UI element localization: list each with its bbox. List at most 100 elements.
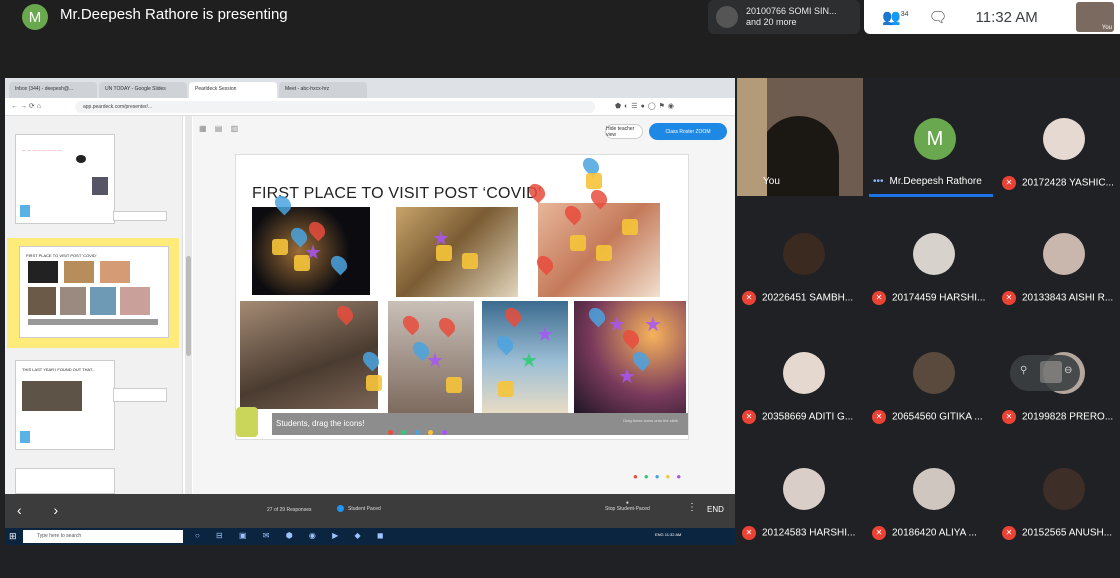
mic-off-icon: ✕ — [1002, 176, 1016, 190]
thumb-text: — — — — — — — — — [22, 147, 62, 152]
people-count: 34 — [900, 11, 909, 18]
participant-avatar — [913, 233, 955, 275]
stop-label: Stop Student-Paced — [605, 506, 650, 512]
meet-top-bar: M Mr.Deepesh Rathore is presenting 20100… — [0, 0, 1120, 78]
response-filter-icons[interactable]: ●●●●● — [633, 472, 687, 481]
taskbar-apps[interactable]: ○ ⊟ ▣ ✉ ⬢ ◉ ▶ ◆ ◼ — [195, 531, 391, 540]
participant-tile[interactable]: ✕ 20186420 ALIYA ... — [868, 468, 992, 578]
thumbs-up-icon[interactable] — [272, 239, 288, 255]
participant-name: 20133843 AISHI R... — [1022, 292, 1114, 304]
tile-pin-popup[interactable]: ⚲ ⊖ — [1010, 355, 1080, 391]
slide-thumbnail-3[interactable]: THIS LAST YEAR I FOUND OUT THAT... — [15, 360, 115, 450]
notification-line-1: 20100766 SOMI SIN... — [746, 6, 837, 16]
participant-tile[interactable]: ✕ 20226451 SAMBH... — [738, 233, 862, 343]
thumb-note — [113, 388, 167, 402]
flag-icon[interactable]: ● — [644, 472, 655, 481]
thumbs-up-icon[interactable] — [622, 219, 638, 235]
hide-view-button[interactable]: Hide teacher view — [605, 124, 643, 139]
thumb-photo — [64, 261, 94, 283]
class-roster-button[interactable]: Class Roster ZOOM — [649, 123, 727, 140]
thumbs-up-icon[interactable] — [446, 377, 462, 393]
flag-green-icon[interactable] — [401, 430, 407, 435]
self-view-thumbnail[interactable]: You — [1076, 2, 1114, 32]
star-purple-icon[interactable] — [441, 430, 447, 435]
speaking-indicator-icon: ••• — [873, 176, 884, 187]
star-icon[interactable]: ★ — [644, 315, 662, 335]
star-icon[interactable]: ★ — [520, 351, 538, 371]
participant-tile[interactable]: ✕ 20174459 HARSHI... — [868, 233, 992, 343]
participant-tile-host[interactable]: M ••• Mr.Deepesh Rathore — [869, 118, 993, 228]
browser-tab-active[interactable]: Pearldeck Session — [189, 82, 277, 98]
participant-avatar — [783, 468, 825, 510]
participant-name: 20124583 HARSHI... — [762, 527, 856, 539]
mic-off-icon: ✕ — [1002, 410, 1016, 424]
scroll-thumb[interactable] — [186, 256, 191, 356]
thumbs-up-icon[interactable]: ● — [666, 472, 677, 481]
thumbs-up-icon[interactable] — [462, 253, 478, 269]
thumbs-up-icon[interactable] — [586, 173, 602, 189]
participant-tile[interactable]: ✕ 20152565 ANUSH... — [998, 468, 1120, 578]
view-tools[interactable]: ▦ ▤ ▥ — [199, 124, 241, 133]
participant-tile[interactable]: ✕ 20133843 AISHI R... — [998, 233, 1120, 343]
nav-buttons[interactable]: ← → ⟳ ⌂ — [11, 102, 41, 110]
thumbs-up-icon[interactable] — [570, 235, 586, 251]
browser-tab[interactable]: Meet - abc-hxcx-hrz — [279, 82, 367, 98]
self-video-tile[interactable]: You — [737, 78, 863, 196]
slide-thumbnail-1[interactable]: — — — — — — — — — [15, 134, 115, 224]
lock-icon[interactable] — [236, 407, 258, 437]
end-button[interactable]: END — [707, 505, 724, 514]
photo-mall — [396, 207, 518, 297]
paced-label: Student Paced — [348, 505, 381, 512]
thumb-badge — [20, 205, 30, 217]
slide-nav-arrows[interactable]: ‹ › — [17, 502, 72, 518]
browser-tab[interactable]: UN TODAY - Google Slides — [99, 82, 187, 98]
thumbs-up-icon[interactable] — [498, 381, 514, 397]
stop-student-paced-button[interactable]: ● Stop Student-Paced — [605, 500, 650, 512]
star-icon[interactable]: ★ — [536, 325, 554, 345]
url-field[interactable]: app.peardeck.com/presenter/... — [75, 101, 595, 113]
pin-icon[interactable]: ● — [633, 472, 644, 481]
thumb-icon — [76, 155, 86, 163]
chat-icon[interactable]: 🗨 — [928, 8, 947, 26]
pin-red-icon[interactable] — [388, 430, 393, 435]
slide-thumbnail-2[interactable]: FIRST PLACE TO VISIT POST 'COVID' — [19, 246, 169, 338]
more-options-icon[interactable]: ⋮ — [687, 502, 697, 513]
current-slide: FIRST PLACE TO VISIT POST ‘COVID’ ★ ★ ★ … — [235, 154, 689, 440]
shared-screen: Inbox (344) - deepesh@... UN TODAY - Goo… — [5, 78, 735, 545]
join-notification[interactable]: 20100766 SOMI SIN... and 20 more — [708, 0, 860, 34]
taskbar-search[interactable]: Type here to search — [23, 530, 183, 543]
sidebar-scrollbar[interactable] — [185, 116, 192, 494]
participant-tile[interactable]: ✕ 20124583 HARSHI... — [738, 468, 862, 578]
star-icon[interactable]: ★ — [618, 367, 636, 387]
participant-avatar — [1043, 118, 1085, 160]
pin-icon[interactable]: ⚲ — [1020, 365, 1027, 376]
windows-taskbar: ⊞ Type here to search ○ ⊟ ▣ ✉ ⬢ ◉ ▶ ◆ ◼ … — [5, 528, 735, 545]
browser-tab[interactable]: Inbox (344) - deepesh@... — [9, 82, 97, 98]
pin-blue-icon[interactable] — [414, 430, 420, 435]
thumb-photo — [60, 287, 86, 315]
star-icon[interactable]: ★ — [426, 351, 444, 371]
mic-off-icon: ✕ — [872, 526, 886, 540]
star-icon[interactable]: ★ — [304, 243, 322, 263]
pin-icon[interactable]: ● — [655, 472, 666, 481]
participant-tile[interactable]: ✕ 20358669 ADITI G... — [738, 352, 862, 462]
draggable-icon-palette[interactable] — [384, 422, 447, 440]
participant-tile[interactable]: ✕ 20172428 YASHIC... — [998, 118, 1120, 228]
star-icon[interactable]: ● — [676, 472, 687, 481]
remove-icon[interactable]: ⊖ — [1064, 365, 1072, 376]
participant-name: 20152565 ANUSH... — [1022, 527, 1113, 539]
windows-start-icon[interactable]: ⊞ — [9, 531, 19, 541]
thumbs-up-icon[interactable] — [366, 375, 382, 391]
draggable-bar: Students, drag the icons! Drag these ico… — [272, 413, 688, 435]
participant-tile[interactable]: ✕ 20654560 GITIKA ... — [868, 352, 992, 462]
people-icon[interactable]: 👥34 — [882, 8, 908, 26]
thumbs-up-yellow-icon[interactable] — [428, 430, 434, 435]
slide-thumbnail-4[interactable] — [15, 468, 115, 494]
thumbs-up-icon[interactable] — [596, 245, 612, 261]
extension-icons[interactable]: ⬟◐☰●◯⚑◉ — [615, 102, 677, 110]
mic-off-icon: ✕ — [742, 410, 756, 424]
student-paced-toggle[interactable]: Student Paced — [337, 505, 381, 512]
star-icon[interactable]: ★ — [432, 229, 450, 249]
participant-avatar — [913, 468, 955, 510]
self-tile-label: You — [763, 176, 780, 187]
